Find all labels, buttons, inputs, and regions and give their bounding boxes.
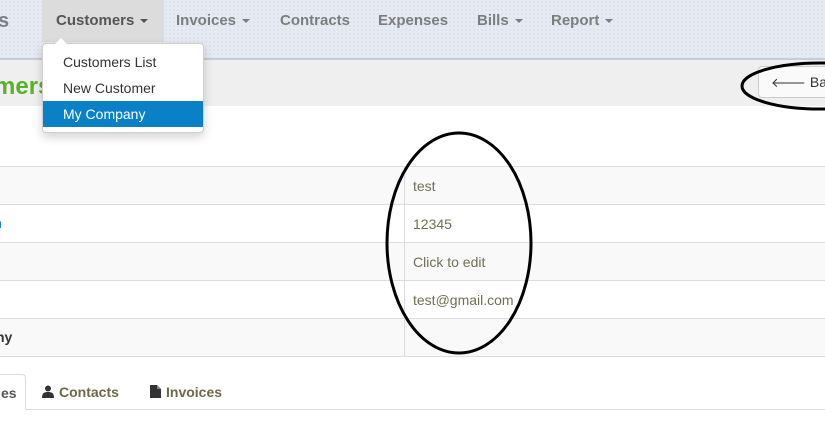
nav-bills-label: Bills: [477, 12, 509, 29]
row-label: [0, 166, 405, 205]
menu-item-new-customer[interactable]: New Customer: [43, 75, 203, 101]
menu-item-my-company[interactable]: My Company: [43, 101, 203, 127]
arrow-left-icon: 🡐: [771, 75, 806, 90]
row-label: [0, 242, 405, 281]
nav-contracts[interactable]: Contracts: [266, 0, 364, 42]
editable-value[interactable]: 12345: [404, 204, 825, 243]
caret-down-icon: [514, 19, 523, 24]
tabs-divider: [0, 409, 825, 410]
company-details-table: test n 12345 Click to edit test@gmail.co…: [0, 166, 825, 357]
nav-report-label: Report: [551, 12, 600, 29]
table-row: n 12345: [0, 204, 825, 243]
caret-down-icon: [605, 19, 614, 24]
tab-active[interactable]: es: [0, 374, 26, 410]
row-label: ny: [0, 318, 405, 357]
nav-customers-label: Customers: [56, 12, 135, 29]
tab-contacts[interactable]: Contacts: [42, 374, 119, 410]
nav-report[interactable]: Report: [537, 0, 627, 42]
nav-customers[interactable]: Customers: [42, 0, 164, 42]
tab-contacts-label: Contacts: [59, 384, 119, 400]
nav-expenses[interactable]: Expenses: [364, 0, 462, 42]
table-row: test@gmail.com: [0, 280, 825, 319]
row-link[interactable]: n: [0, 215, 2, 231]
caret-down-icon: [242, 19, 251, 24]
table-row: Click to edit: [0, 242, 825, 281]
back-button[interactable]: 🡐Back: [758, 66, 825, 98]
editable-value[interactable]: [404, 318, 825, 357]
editable-value[interactable]: test: [404, 166, 825, 205]
editable-value[interactable]: test@gmail.com: [404, 280, 825, 319]
menu-item-customers-list[interactable]: Customers List: [43, 49, 203, 75]
nav-invoices[interactable]: Invoices: [162, 0, 266, 42]
row-label: [0, 280, 405, 319]
back-button-label: Back: [809, 74, 825, 90]
dropdown-arrow: [55, 38, 67, 44]
tab-invoices-label: Invoices: [166, 384, 223, 400]
tab-invoices[interactable]: Invoices: [150, 374, 222, 410]
nav-invoices-label: Invoices: [176, 12, 237, 29]
table-row: ny: [0, 318, 825, 357]
customers-dropdown-menu: Customers List New Customer My Company: [42, 38, 204, 133]
editable-value-placeholder[interactable]: Click to edit: [404, 242, 825, 281]
file-icon: [150, 375, 161, 411]
brand-logo[interactable]: s: [0, 10, 9, 33]
caret-down-icon: [140, 19, 149, 24]
user-icon: [42, 375, 54, 411]
nav-bills[interactable]: Bills: [463, 0, 537, 42]
table-row: test: [0, 166, 825, 205]
nav-contracts-label: Contracts: [280, 12, 351, 29]
nav-expenses-label: Expenses: [378, 12, 449, 29]
row-label: n: [0, 204, 405, 243]
